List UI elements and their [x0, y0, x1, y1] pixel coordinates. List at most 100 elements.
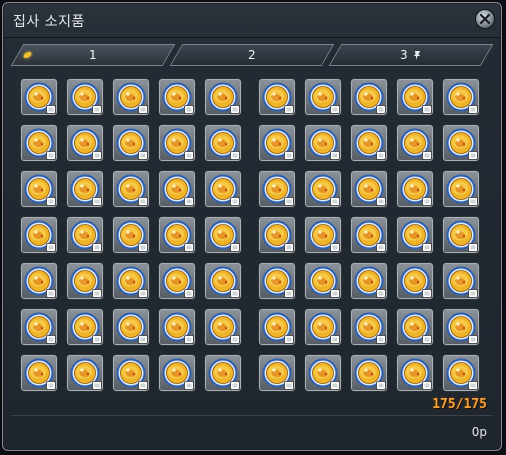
stack-count-icon [284, 151, 294, 160]
inventory-slot[interactable] [66, 124, 104, 162]
inventory-slot[interactable] [158, 216, 196, 254]
stack-count-icon [376, 289, 386, 298]
inventory-slot[interactable] [442, 262, 480, 300]
inventory-slot[interactable] [112, 262, 150, 300]
inventory-slot[interactable] [112, 216, 150, 254]
inventory-slot[interactable] [158, 170, 196, 208]
inventory-slot[interactable] [204, 78, 242, 116]
money-amount: 0p [471, 425, 487, 439]
inventory-slot[interactable] [66, 308, 104, 346]
inventory-slot[interactable] [350, 216, 388, 254]
inventory-slot[interactable] [258, 308, 296, 346]
inventory-slot[interactable] [204, 354, 242, 392]
inventory-slot[interactable] [350, 170, 388, 208]
inventory-slot[interactable] [204, 170, 242, 208]
inventory-slot[interactable] [350, 78, 388, 116]
inventory-slot[interactable] [442, 308, 480, 346]
inventory-slot[interactable] [158, 354, 196, 392]
inventory-slot[interactable] [258, 216, 296, 254]
stack-count-icon [284, 243, 294, 252]
stack-count-icon [92, 197, 102, 206]
inventory-slot[interactable] [396, 354, 434, 392]
inventory-slot[interactable] [304, 354, 342, 392]
inventory-slot[interactable] [304, 78, 342, 116]
inventory-slot[interactable] [20, 78, 58, 116]
inventory-slot[interactable] [66, 354, 104, 392]
inventory-slot[interactable] [66, 78, 104, 116]
stack-count-icon [184, 289, 194, 298]
inventory-slot[interactable] [304, 308, 342, 346]
inventory-slot[interactable] [442, 78, 480, 116]
stack-count-icon [468, 151, 478, 160]
stack-count-icon [422, 289, 432, 298]
inventory-slot[interactable] [396, 170, 434, 208]
inventory-slot[interactable] [66, 216, 104, 254]
inventory-slot[interactable] [350, 124, 388, 162]
inventory-slot[interactable] [350, 262, 388, 300]
inventory-slot[interactable] [396, 216, 434, 254]
inventory-slot[interactable] [112, 170, 150, 208]
stack-count-icon [422, 105, 432, 114]
stack-count-icon [138, 381, 148, 390]
inventory-slot[interactable] [66, 170, 104, 208]
active-tab-indicator-icon [22, 52, 33, 58]
title-bar[interactable]: 집사 소지품 [3, 3, 501, 38]
inventory-slot[interactable] [112, 354, 150, 392]
inventory-slot[interactable] [20, 216, 58, 254]
stack-count-icon [138, 105, 148, 114]
inventory-slot[interactable] [20, 124, 58, 162]
inventory-slot[interactable] [442, 216, 480, 254]
inventory-slot[interactable] [66, 262, 104, 300]
inventory-slot[interactable] [396, 124, 434, 162]
inventory-slot[interactable] [304, 170, 342, 208]
inventory-slot[interactable] [396, 262, 434, 300]
inventory-slot[interactable] [204, 308, 242, 346]
inventory-slot[interactable] [442, 354, 480, 392]
tab-1-label: 1 [89, 48, 97, 62]
stack-count-icon [376, 335, 386, 344]
inventory-slot[interactable] [258, 354, 296, 392]
pin-icon [413, 50, 421, 60]
inventory-slot[interactable] [158, 308, 196, 346]
inventory-slot[interactable] [204, 262, 242, 300]
inventory-slot[interactable] [350, 308, 388, 346]
inventory-slot[interactable] [350, 354, 388, 392]
inventory-slot[interactable] [112, 308, 150, 346]
inventory-slot[interactable] [258, 170, 296, 208]
window-title: 집사 소지품 [13, 14, 85, 30]
inventory-slot[interactable] [158, 124, 196, 162]
inventory-slot[interactable] [396, 78, 434, 116]
inventory-slot[interactable] [204, 216, 242, 254]
inventory-slot[interactable] [396, 308, 434, 346]
inventory-slot[interactable] [158, 78, 196, 116]
inventory-slot[interactable] [20, 308, 58, 346]
tab-2[interactable]: 2 [169, 44, 335, 66]
inventory-slot[interactable] [158, 262, 196, 300]
inventory-slot[interactable] [20, 354, 58, 392]
tab-1[interactable]: 1 [10, 44, 176, 66]
footer-divider [11, 415, 493, 416]
inventory-slot[interactable] [304, 124, 342, 162]
inventory-slot[interactable] [112, 78, 150, 116]
tab-3[interactable]: 3 [328, 44, 494, 66]
inventory-slot[interactable] [112, 124, 150, 162]
stack-count-icon [184, 243, 194, 252]
inventory-slot[interactable] [304, 216, 342, 254]
inventory-slot[interactable] [204, 124, 242, 162]
inventory-slot[interactable] [20, 170, 58, 208]
inventory-slot[interactable] [258, 124, 296, 162]
inventory-slot[interactable] [258, 262, 296, 300]
stack-count-icon [184, 335, 194, 344]
stack-count-icon [468, 335, 478, 344]
inventory-slot[interactable] [442, 170, 480, 208]
inventory-slot[interactable] [304, 262, 342, 300]
close-icon [479, 13, 491, 25]
inventory-slot[interactable] [442, 124, 480, 162]
close-button[interactable] [475, 9, 495, 29]
stack-count-icon [138, 335, 148, 344]
inventory-slot[interactable] [258, 78, 296, 116]
stack-count-icon [138, 197, 148, 206]
stack-count-icon [92, 243, 102, 252]
inventory-slot[interactable] [20, 262, 58, 300]
stack-count-icon [184, 151, 194, 160]
